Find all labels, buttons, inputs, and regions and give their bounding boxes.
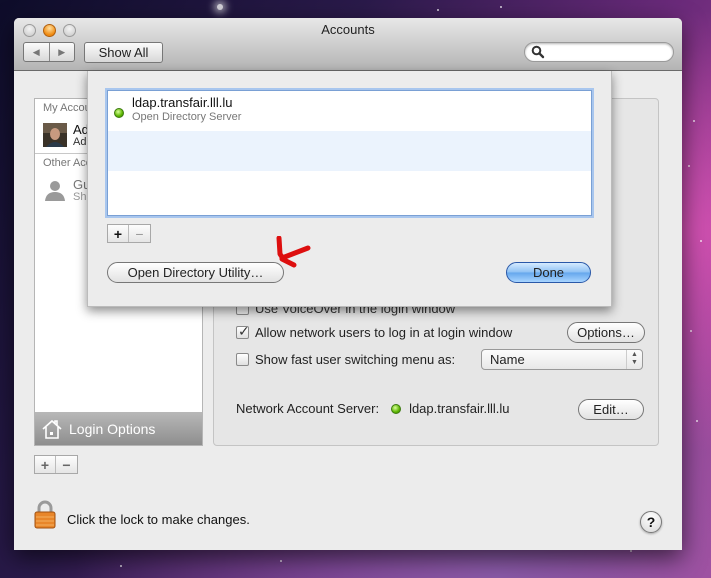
red-arrow-annotation (276, 236, 311, 268)
remove-server-button[interactable]: − (129, 225, 150, 242)
list-item[interactable]: ldap.transfair.lll.lu Open Directory Ser… (108, 91, 591, 131)
star (700, 240, 702, 242)
server-name: ldap.transfair.lll.lu (132, 95, 233, 110)
star (630, 550, 632, 552)
back-arrow-icon[interactable]: ◀ (24, 43, 50, 61)
search-icon (531, 45, 545, 59)
network-server-label: Network Account Server: (236, 401, 380, 416)
title-bar: Accounts ◀ ▶ Show All (14, 18, 682, 71)
empty-row (108, 171, 591, 211)
selected-value: Name (490, 352, 525, 367)
star (437, 9, 439, 11)
lock-message: Click the lock to make changes. (67, 512, 250, 527)
help-button[interactable]: ? (640, 511, 662, 533)
add-account-button[interactable]: + (35, 456, 56, 473)
edit-button[interactable]: Edit… (578, 399, 644, 420)
remove-account-button[interactable]: − (56, 456, 77, 473)
star (690, 330, 692, 332)
option-allow-network-users[interactable]: Allow network users to log in at login w… (236, 323, 513, 340)
house-icon (42, 419, 62, 439)
star (217, 4, 223, 10)
star (120, 565, 122, 567)
star (688, 165, 690, 167)
user-avatar (43, 123, 67, 147)
directory-servers-sheet: ldap.transfair.lll.lu Open Directory Ser… (87, 71, 612, 307)
network-server-value: ldap.transfair.lll.lu (409, 401, 510, 416)
updown-arrows-icon: ▲ ▼ (626, 350, 642, 369)
login-options-label: Login Options (69, 420, 156, 437)
directory-server-list[interactable]: ldap.transfair.lll.lu Open Directory Ser… (107, 90, 592, 216)
status-green-icon (391, 403, 402, 414)
option-label: Show fast user switching menu as: (255, 352, 456, 367)
show-all-button[interactable]: Show All (84, 42, 163, 63)
star (696, 420, 698, 422)
allow-network-users-checkbox[interactable] (236, 323, 250, 340)
empty-row (108, 131, 591, 171)
fast-user-switching-select[interactable]: Name ▲ ▼ (481, 349, 643, 370)
done-button[interactable]: Done (506, 262, 591, 283)
option-label: Allow network users to log in at login w… (255, 325, 513, 340)
accounts-window: Accounts ◀ ▶ Show All My Account Admin A… (14, 18, 682, 550)
option-fast-user-switching[interactable]: Show fast user switching menu as: (236, 352, 455, 367)
star (693, 120, 695, 122)
add-server-button[interactable]: + (108, 225, 129, 242)
search-field[interactable] (524, 42, 674, 62)
server-add-remove-control: + − (107, 224, 151, 243)
fast-user-switching-checkbox[interactable] (236, 353, 249, 366)
network-account-server: Network Account Server: ldap.transfair.l… (236, 401, 510, 416)
silhouette-icon (45, 181, 65, 201)
forward-arrow-icon[interactable]: ▶ (50, 43, 75, 61)
star (500, 6, 502, 8)
server-kind: Open Directory Server (132, 111, 242, 123)
sidebar-item-login-options[interactable]: Login Options (35, 412, 202, 445)
account-add-remove-control: + − (34, 455, 78, 474)
open-directory-utility-button[interactable]: Open Directory Utility… (107, 262, 284, 283)
options-button[interactable]: Options… (567, 322, 645, 343)
status-green-icon (114, 108, 124, 118)
back-forward-control: ◀ ▶ (23, 42, 75, 62)
star (280, 560, 282, 562)
window-title: Accounts (321, 22, 375, 37)
lock-icon[interactable] (33, 500, 57, 530)
